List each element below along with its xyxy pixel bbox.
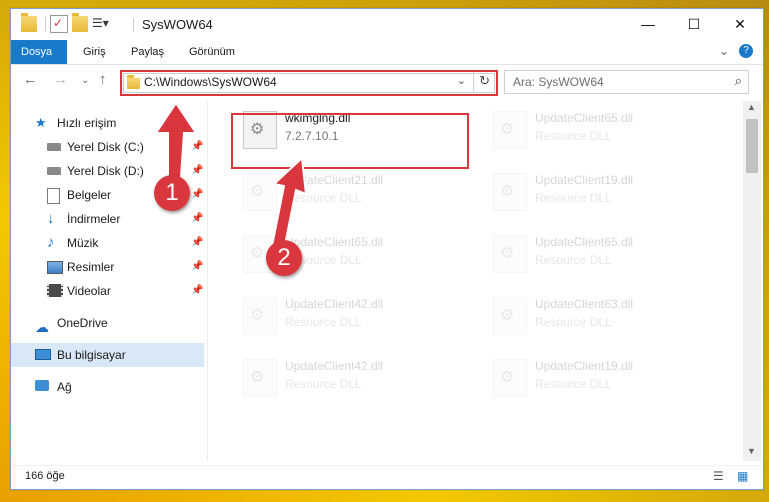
step-2-badge: 2 bbox=[266, 240, 302, 276]
step-1-badge: 1 bbox=[154, 175, 190, 211]
arrow-2 bbox=[270, 155, 308, 252]
annotation-arrows bbox=[154, 101, 308, 252]
